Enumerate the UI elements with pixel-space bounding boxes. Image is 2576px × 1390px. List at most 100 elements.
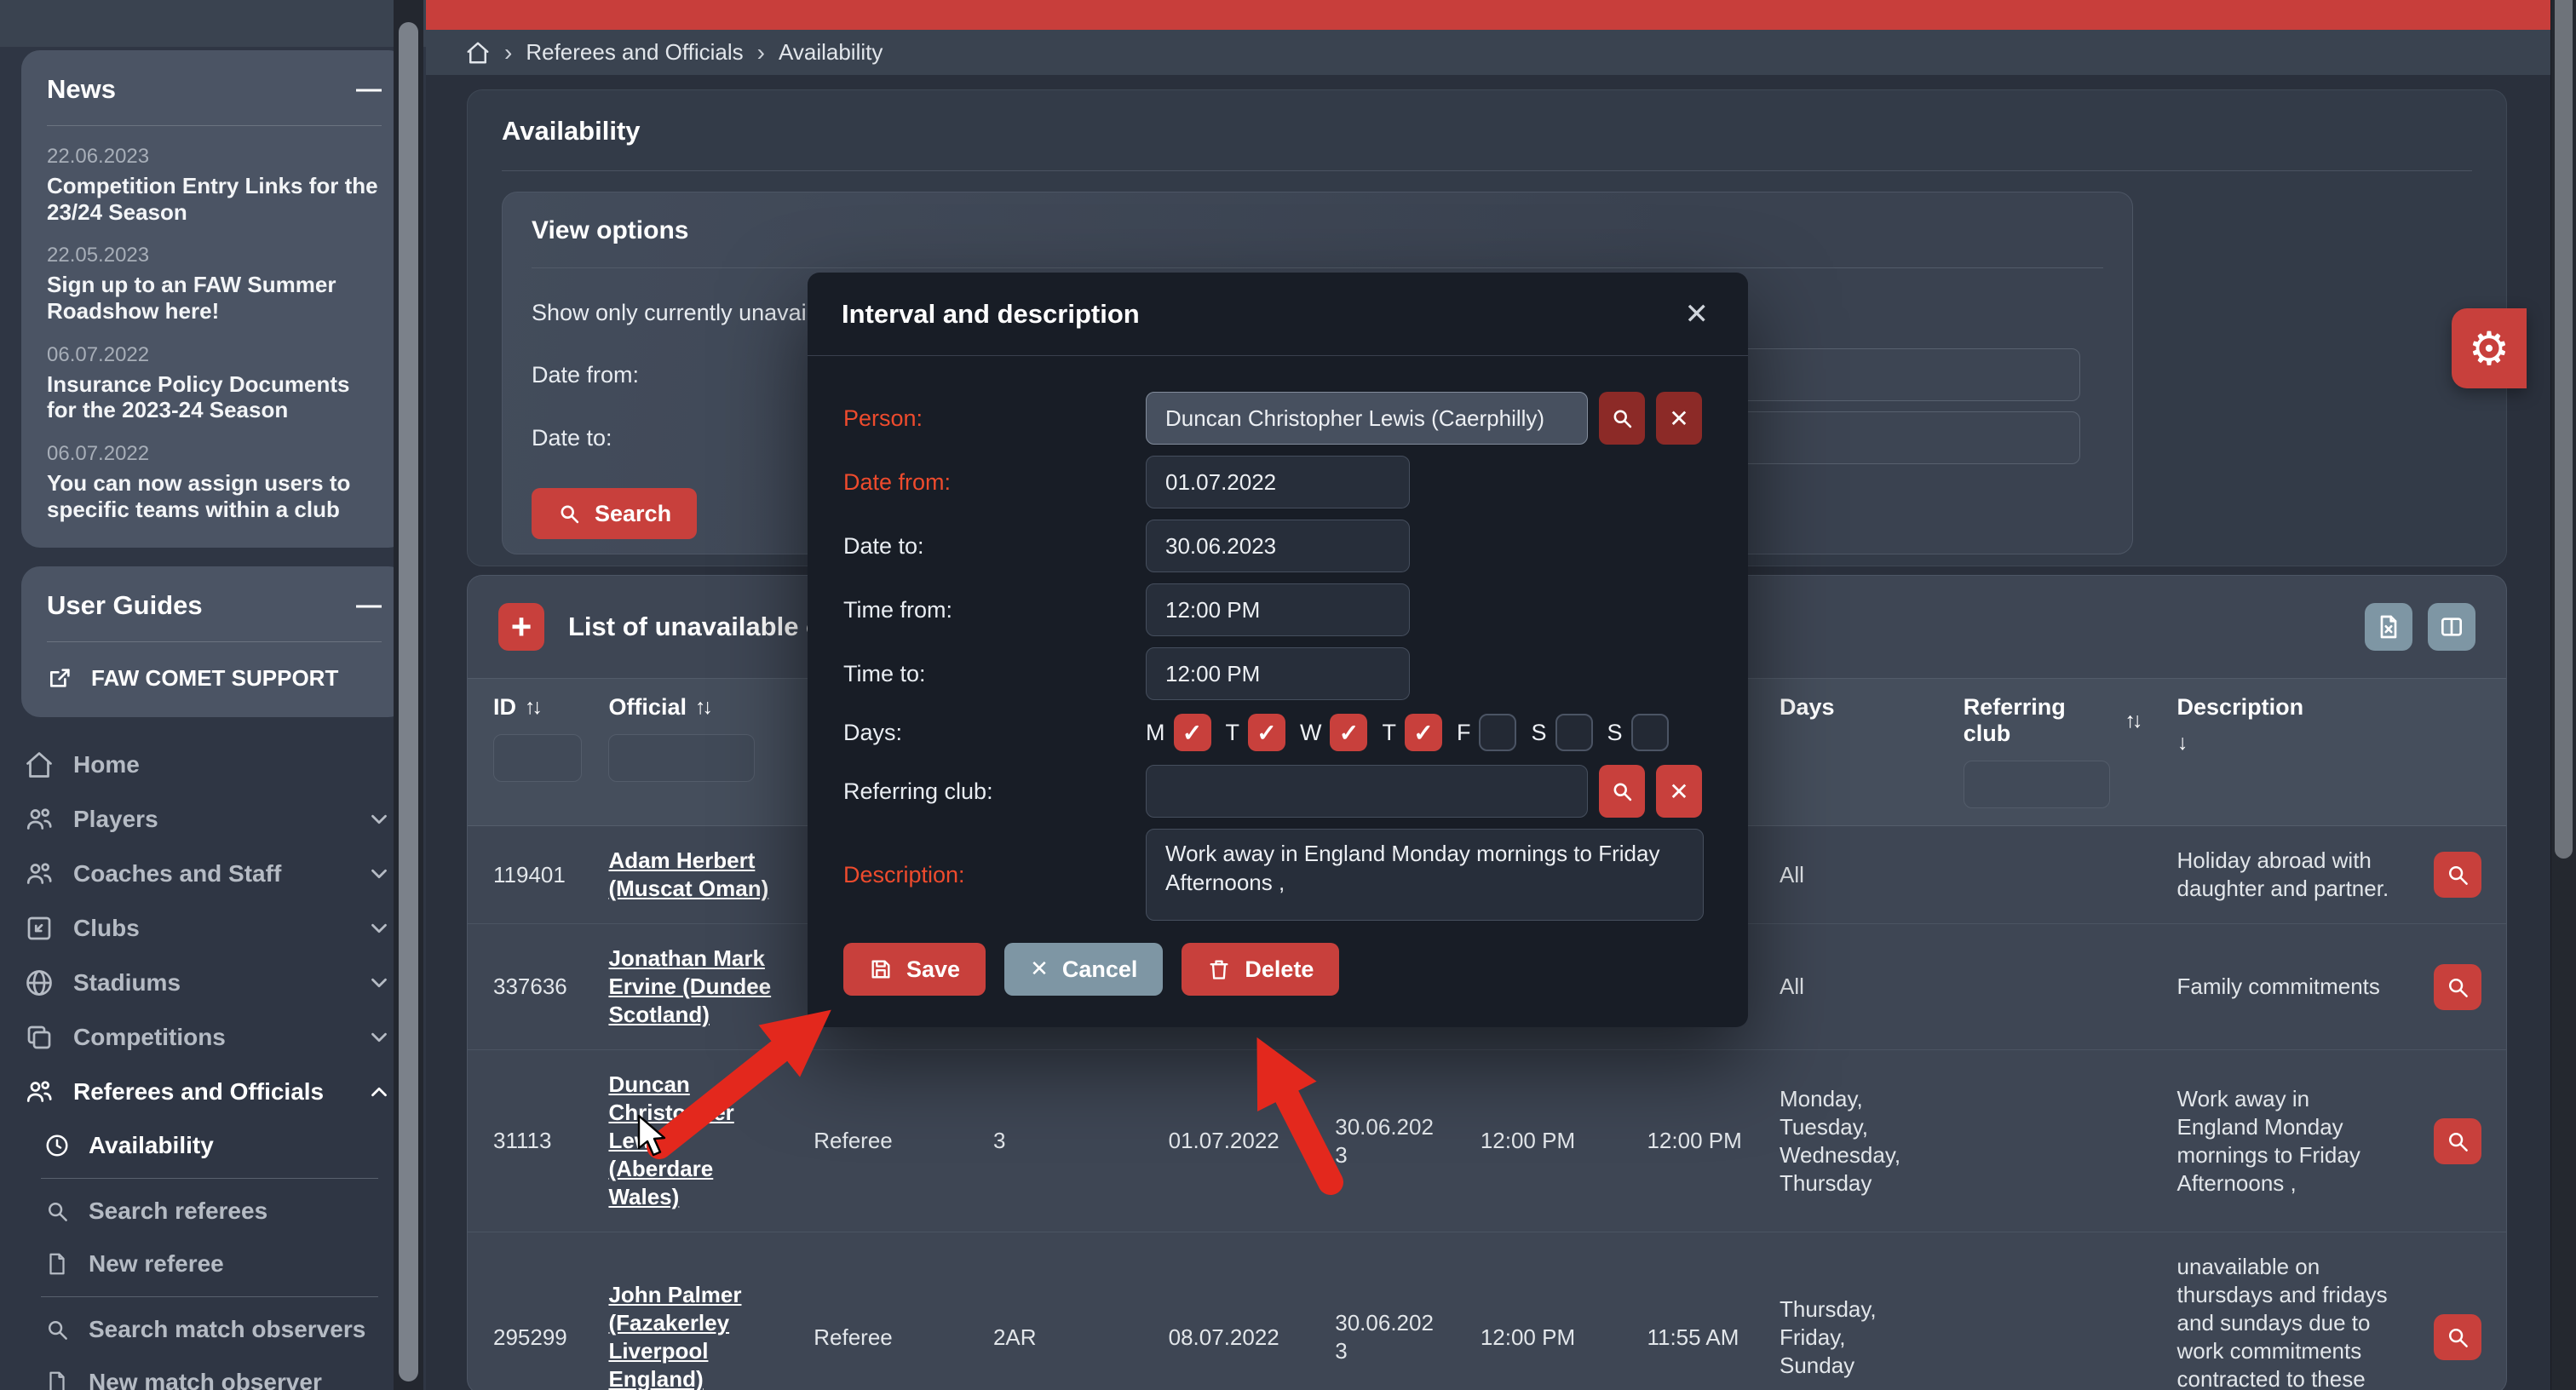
referring-club-search-button[interactable] bbox=[1599, 765, 1645, 818]
day-option: F bbox=[1457, 714, 1517, 751]
page-scrollbar[interactable] bbox=[2550, 0, 2576, 1390]
column-filter-input[interactable] bbox=[608, 734, 755, 782]
sidebar-nav: Home Players Coaches and StaffClubsStadium… bbox=[0, 738, 426, 1390]
sidebar-item-clubs[interactable]: Clubs bbox=[0, 901, 426, 956]
collapse-icon[interactable]: — bbox=[356, 75, 382, 104]
cell-actions bbox=[2408, 1050, 2506, 1232]
day-checkbox[interactable]: ✓ bbox=[1174, 714, 1211, 751]
column-filter-input[interactable] bbox=[1964, 761, 2110, 808]
delete-button[interactable]: Delete bbox=[1182, 943, 1339, 996]
cell-role: Referee bbox=[788, 1050, 968, 1232]
cell-official: Adam Herbert (Muscat Oman) bbox=[583, 826, 788, 924]
official-link[interactable]: Duncan Christopher Lewis (Aberdare Wales… bbox=[608, 1071, 733, 1209]
sidebar-item-home[interactable]: Home bbox=[0, 738, 426, 792]
day-checkbox[interactable] bbox=[1631, 714, 1669, 751]
sidebar-item-referees-and-officials[interactable]: Referees and Officials bbox=[0, 1065, 426, 1119]
news-item[interactable]: 06.07.2022 You can now assign users to sp… bbox=[47, 442, 382, 522]
row-detail-button[interactable] bbox=[2434, 852, 2481, 898]
time-from-input[interactable]: 12:00 PM bbox=[1146, 583, 1410, 636]
news-item-title[interactable]: Insurance Policy Documents for the 2023-… bbox=[47, 371, 382, 423]
news-item-date: 06.07.2022 bbox=[47, 442, 382, 466]
columns-button[interactable] bbox=[2428, 603, 2475, 651]
day-checkbox[interactable] bbox=[1555, 714, 1593, 751]
sidebar-item-players[interactable]: Players bbox=[0, 792, 426, 847]
cell-days: Monday, Tuesday, Wednesday, Thursday bbox=[1754, 1050, 1938, 1232]
cell-date_from: 01.07.2022 bbox=[1143, 1050, 1310, 1232]
day-letter: M bbox=[1146, 720, 1165, 746]
sidebar-scrollbar[interactable] bbox=[394, 0, 423, 1390]
news-item-title[interactable]: You can now assign users to specific tea… bbox=[47, 470, 382, 522]
referring-club-clear-button[interactable]: ✕ bbox=[1656, 765, 1702, 818]
divider bbox=[47, 125, 382, 126]
cell-description: unavailable on thursdays and fridays and… bbox=[2152, 1232, 2408, 1390]
column-filter-input[interactable] bbox=[493, 734, 582, 782]
sidebar-item-availability[interactable]: Availability bbox=[0, 1119, 426, 1172]
sidebar-item-new-referee[interactable]: New referee bbox=[0, 1238, 426, 1290]
cell-days: All bbox=[1754, 826, 1938, 924]
search-icon bbox=[44, 1317, 70, 1342]
person-clear-button[interactable]: ✕ bbox=[1656, 392, 1702, 445]
file-icon bbox=[44, 1251, 70, 1277]
sidebar-scrollbar-thumb[interactable] bbox=[399, 22, 418, 1381]
day-letter: S bbox=[1531, 720, 1546, 746]
export-excel-button[interactable] bbox=[2365, 603, 2412, 651]
news-item-date: 06.07.2022 bbox=[47, 343, 382, 367]
sidebar-item-search-referees[interactable]: Search referees bbox=[0, 1185, 426, 1238]
official-link[interactable]: Jonathan Mark Ervine (Dundee Scotland) bbox=[608, 945, 771, 1027]
days-label: Days: bbox=[843, 720, 1146, 746]
divider bbox=[47, 641, 382, 642]
breadcrumb-item[interactable]: Referees and Officials bbox=[526, 39, 743, 66]
column-header-official[interactable]: Official↑↓ bbox=[583, 679, 788, 826]
save-button[interactable]: Save bbox=[843, 943, 986, 996]
users-icon bbox=[24, 804, 55, 835]
faw-comet-support-link[interactable]: FAW COMET SUPPORT bbox=[47, 664, 382, 692]
close-icon[interactable]: ✕ bbox=[1680, 296, 1715, 332]
collapse-icon[interactable]: — bbox=[356, 591, 382, 620]
sidebar-item-label: Players bbox=[73, 806, 366, 833]
sidebar-divider bbox=[41, 1178, 378, 1179]
news-item-title[interactable]: Sign up to an FAW Summer Roadshow here! bbox=[47, 272, 382, 324]
sidebar-item-stadiums[interactable]: Stadiums bbox=[0, 956, 426, 1010]
days-checkbox-group: M✓T✓W✓T✓FSS bbox=[1146, 714, 1683, 751]
day-checkbox[interactable]: ✓ bbox=[1248, 714, 1285, 751]
modal-date-to-label: Date to: bbox=[843, 533, 1146, 560]
modal-date-to-input[interactable]: 30.06.2023 bbox=[1146, 520, 1410, 572]
add-interval-button[interactable]: + bbox=[498, 603, 544, 651]
sidebar-item-competitions[interactable]: Competitions bbox=[0, 1010, 426, 1065]
description-textarea[interactable]: Work away in England Monday mornings to … bbox=[1146, 829, 1704, 921]
column-header-id[interactable]: ID↑↓ bbox=[468, 679, 583, 826]
cell-official: John Palmer (Fazakerley Liverpool Englan… bbox=[583, 1232, 788, 1390]
time-to-input[interactable]: 12:00 PM bbox=[1146, 647, 1410, 700]
page-scrollbar-thumb[interactable] bbox=[2555, 0, 2573, 859]
news-item[interactable]: 22.06.2023Competition Entry Links for th… bbox=[47, 145, 382, 225]
row-detail-button[interactable] bbox=[2434, 1118, 2481, 1164]
person-input[interactable]: Duncan Christopher Lewis (Caerphilly) bbox=[1146, 392, 1588, 445]
person-search-button[interactable] bbox=[1599, 392, 1645, 445]
news-item[interactable]: 06.07.2022 Insurance Policy Documents for… bbox=[47, 343, 382, 423]
sort-icon[interactable]: ↑↓ bbox=[695, 695, 710, 720]
day-checkbox[interactable]: ✓ bbox=[1405, 714, 1442, 751]
row-detail-button[interactable] bbox=[2434, 1314, 2481, 1360]
search-button[interactable]: Search bbox=[532, 488, 697, 539]
sort-icon[interactable]: ↑↓ bbox=[525, 695, 539, 720]
referring-club-input[interactable] bbox=[1146, 765, 1588, 818]
official-link[interactable]: Adam Herbert (Muscat Oman) bbox=[608, 847, 768, 901]
day-option: S bbox=[1531, 714, 1592, 751]
globe-icon bbox=[24, 968, 55, 998]
sidebar-item-coaches-and-staff[interactable]: Coaches and Staff bbox=[0, 847, 426, 901]
official-link[interactable]: John Palmer (Fazakerley Liverpool Englan… bbox=[608, 1282, 741, 1390]
sort-icon[interactable]: ↑↓ bbox=[2125, 709, 2140, 733]
cancel-button[interactable]: ✕ Cancel bbox=[1004, 943, 1163, 996]
day-checkbox[interactable]: ✓ bbox=[1330, 714, 1367, 751]
time-to-sort-arrow[interactable]: ↓ bbox=[2177, 731, 2188, 755]
sidebar-item-search-match-observers[interactable]: Search match observers bbox=[0, 1303, 426, 1356]
news-item-title[interactable]: Competition Entry Links for the 23/24 Se… bbox=[47, 173, 382, 225]
sidebar-item-new-match-observer[interactable]: New match observer bbox=[0, 1356, 426, 1390]
modal-date-from-input[interactable]: 01.07.2022 bbox=[1146, 456, 1410, 508]
settings-gear-button[interactable]: ⚙ bbox=[2452, 308, 2527, 388]
column-header-referring-club[interactable]: Referring club↑↓ bbox=[1938, 679, 2152, 826]
news-item[interactable]: 22.05.2023Sign up to an FAW Summer Roads… bbox=[47, 244, 382, 324]
row-detail-button[interactable] bbox=[2434, 964, 2481, 1010]
home-icon[interactable] bbox=[465, 40, 491, 66]
day-checkbox[interactable] bbox=[1479, 714, 1516, 751]
